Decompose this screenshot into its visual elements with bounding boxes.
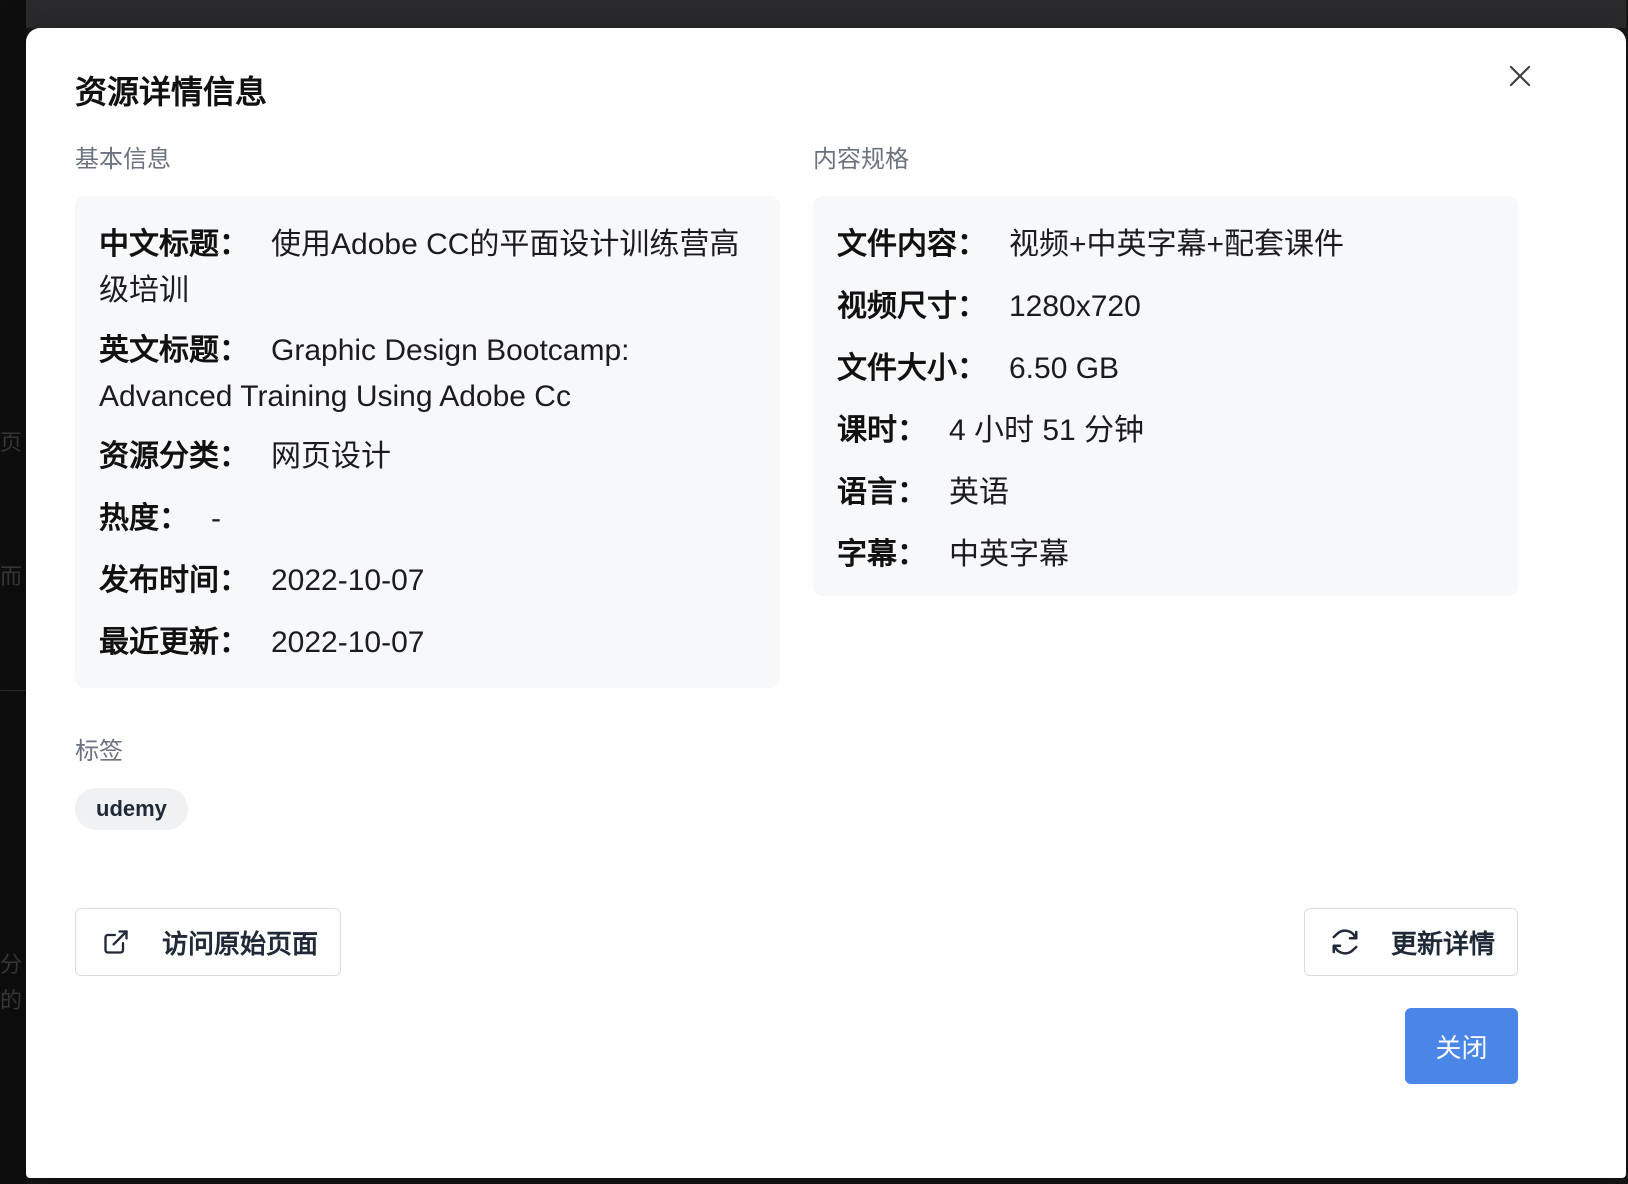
spec-value: 4 小时 51 分钟: [949, 414, 1145, 447]
external-link-icon: [100, 926, 132, 958]
spec-row-language: 语言： 英语: [837, 470, 1494, 516]
visit-original-page-button[interactable]: 访问原始页面: [75, 908, 341, 976]
info-row-published: 发布时间： 2022-10-07: [99, 558, 756, 604]
info-row-popularity: 热度： -: [99, 496, 756, 542]
spec-value: 6.50 GB: [1009, 352, 1120, 385]
info-key: 热度：: [99, 502, 189, 535]
spec-value: 1280x720: [1009, 290, 1141, 323]
tag-chip[interactable]: udemy: [75, 788, 188, 830]
info-value: 2022-10-07: [271, 564, 425, 597]
basic-info-panel: 中文标题： 使用Adobe CC的平面设计训练营高级培训 英文标题： Graphic…: [75, 196, 780, 688]
spec-row-subtitles: 字幕： 中英字幕: [837, 532, 1494, 578]
spec-key: 课时：: [837, 414, 927, 447]
close-button[interactable]: 关闭: [1405, 1008, 1518, 1084]
spec-key: 字幕：: [837, 538, 927, 571]
info-value: 2022-10-07: [271, 626, 425, 659]
info-row-updated: 最近更新： 2022-10-07: [99, 620, 756, 666]
spec-row-file-size: 文件大小： 6.50 GB: [837, 346, 1494, 392]
resource-detail-modal: 资源详情信息 基本信息 内容规格 中文标题： 使用Adobe CC的平面设计训练营…: [26, 28, 1626, 1178]
spec-key: 视频尺寸：: [837, 290, 987, 323]
info-key: 最近更新：: [99, 626, 249, 659]
spec-value: 中英字幕: [949, 538, 1069, 571]
info-key: 资源分类：: [99, 440, 249, 473]
spec-row-file-content: 文件内容： 视频+中英字幕+配套课件: [837, 222, 1494, 268]
refresh-details-label: 更新详情: [1391, 928, 1496, 959]
basic-info-label: 基本信息: [75, 146, 171, 173]
info-row-en-title: 英文标题： Graphic Design Bootcamp: Advanced T…: [99, 328, 756, 420]
spec-value: 英语: [949, 476, 1009, 509]
info-value: 网页设计: [271, 440, 391, 473]
info-row-cn-title: 中文标题： 使用Adobe CC的平面设计训练营高级培训: [99, 222, 756, 314]
backdrop-ghost-text: 分: [0, 952, 23, 977]
spec-key: 语言：: [837, 476, 927, 509]
backdrop-top-bar: [26, 0, 1626, 28]
refresh-icon: [1329, 926, 1361, 958]
spec-row-duration: 课时： 4 小时 51 分钟: [837, 408, 1494, 454]
content-spec-panel: 文件内容： 视频+中英字幕+配套课件 视频尺寸： 1280x720 文件大小： 6.5…: [813, 196, 1518, 596]
info-key: 发布时间：: [99, 564, 249, 597]
visit-original-page-label: 访问原始页面: [162, 928, 319, 959]
backdrop-ghost-text: 页: [0, 430, 23, 455]
spec-row-video-size: 视频尺寸： 1280x720: [837, 284, 1494, 330]
spec-value: 视频+中英字幕+配套课件: [1009, 228, 1345, 261]
close-icon[interactable]: [1504, 60, 1536, 92]
tags-label: 标签: [75, 738, 123, 765]
modal-title: 资源详情信息: [75, 74, 268, 110]
spec-key: 文件内容：: [837, 228, 987, 261]
refresh-details-button[interactable]: 更新详情: [1304, 908, 1518, 976]
info-key: 英文标题：: [99, 334, 249, 367]
spec-key: 文件大小：: [837, 352, 987, 385]
info-value: -: [211, 502, 221, 535]
info-row-category: 资源分类： 网页设计: [99, 434, 756, 480]
info-key: 中文标题：: [99, 228, 249, 261]
content-spec-label: 内容规格: [813, 146, 909, 173]
backdrop-ghost-text: 的: [0, 988, 23, 1013]
backdrop-divider: [0, 690, 26, 691]
backdrop-ghost-text: 而: [0, 564, 23, 589]
